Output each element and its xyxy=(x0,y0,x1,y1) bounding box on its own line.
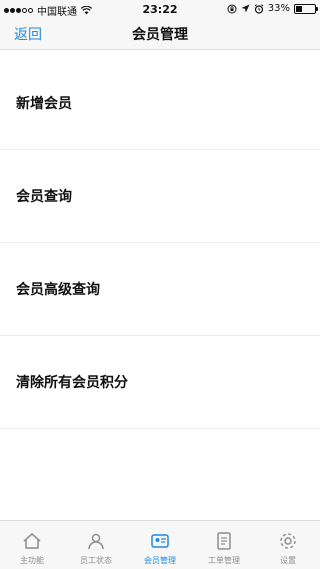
tab-label: 设置 xyxy=(280,556,296,565)
battery-icon xyxy=(294,3,318,14)
status-bar: 中国联通 23:22 33% xyxy=(0,0,320,20)
gear-icon xyxy=(280,533,296,549)
back-button[interactable]: 返回 xyxy=(14,24,42,44)
menu-item-advanced-search[interactable]: 会员高级查询 xyxy=(0,243,320,336)
menu-list: 新增会员 会员查询 会员高级查询 清除所有会员积分 xyxy=(0,57,320,521)
tab-member-management[interactable]: 会员管理 xyxy=(128,521,192,569)
menu-item-clear-points[interactable]: 清除所有会员积分 xyxy=(0,336,320,429)
tab-label: 会员管理 xyxy=(144,556,176,565)
status-right: 33% xyxy=(227,3,318,14)
tab-settings[interactable]: 设置 xyxy=(256,521,320,569)
battery-percent: 33% xyxy=(267,3,290,14)
location-icon xyxy=(241,4,250,13)
menu-item-label: 清除所有会员积分 xyxy=(16,375,128,391)
tab-staff-status[interactable]: 员工状态 xyxy=(64,521,128,569)
menu-item-label: 新增会员 xyxy=(16,96,72,112)
tab-label: 主功能 xyxy=(20,556,44,565)
tab-main[interactable]: 主功能 xyxy=(0,521,64,569)
tab-bar: 主功能 员工状态 会员管理 工单管理 设置 xyxy=(0,520,320,569)
menu-item-label: 会员高级查询 xyxy=(16,282,100,298)
menu-item-label: 会员查询 xyxy=(16,189,72,205)
page-title: 会员管理 xyxy=(132,27,188,43)
menu-item-empty xyxy=(0,429,320,521)
home-icon xyxy=(23,533,41,549)
ticket-icon xyxy=(217,532,231,550)
member-icon xyxy=(151,534,169,548)
menu-item-add-member[interactable]: 新增会员 xyxy=(0,57,320,150)
battery-fill xyxy=(296,5,302,12)
navigation-bar: 返回 会员管理 xyxy=(0,20,320,50)
staff-icon xyxy=(88,533,104,550)
tab-ticket-management[interactable]: 工单管理 xyxy=(192,521,256,569)
menu-item-member-search[interactable]: 会员查询 xyxy=(0,150,320,243)
tab-label: 工单管理 xyxy=(208,556,240,565)
rotation-lock-icon xyxy=(227,4,237,13)
tab-label: 员工状态 xyxy=(80,556,112,565)
alarm-icon xyxy=(254,3,264,14)
